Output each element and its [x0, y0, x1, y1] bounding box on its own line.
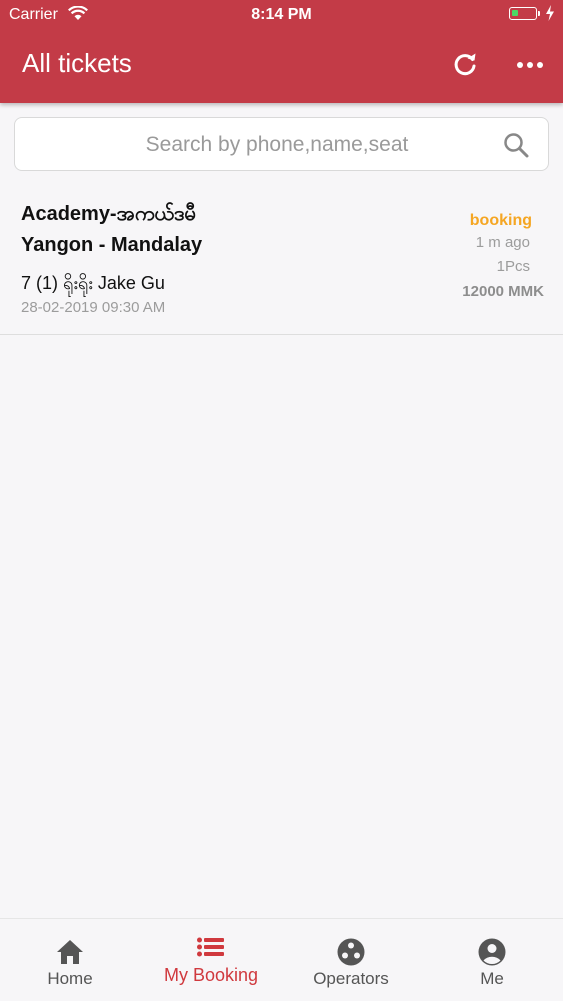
- home-icon: [57, 940, 83, 964]
- ticket-seat-info: 7 (1) ရိုးရိုး Jake Gu: [21, 273, 165, 293]
- ticket-quantity: 1Pcs: [496, 258, 530, 275]
- tab-operators-label: Operators: [313, 969, 389, 988]
- ticket-status-badge: booking: [469, 212, 532, 229]
- list-icon: [197, 937, 224, 957]
- tab-bar: Home My Booking Operators Me: [0, 918, 563, 1000]
- refresh-icon[interactable]: [452, 51, 478, 77]
- ticket-operator: Academy-အကယ်ဒမီ: [21, 203, 196, 225]
- ticket-departure: 28-02-2019 09:30 AM: [21, 299, 166, 316]
- clock: 8:14 PM: [251, 6, 312, 23]
- tab-my-booking-label: My Booking: [163, 965, 259, 985]
- tab-me-label: Me: [480, 969, 504, 988]
- battery-icon: [509, 7, 537, 20]
- tab-home[interactable]: Home: [0, 919, 140, 1001]
- more-icon[interactable]: [515, 55, 545, 75]
- ticket-price: 12000 MMK: [462, 283, 544, 300]
- operators-icon: [337, 938, 365, 966]
- search-icon[interactable]: [502, 131, 530, 159]
- user-icon: [478, 938, 506, 966]
- tab-me[interactable]: Me: [422, 919, 562, 1001]
- ticket-time-ago: 1 m ago: [475, 234, 530, 251]
- tab-operators[interactable]: Operators: [281, 919, 421, 1001]
- search-input[interactable]: [55, 118, 499, 172]
- ticket-route: Yangon - Mandalay: [21, 234, 203, 256]
- charging-icon: [546, 5, 554, 21]
- page-title: All tickets: [22, 48, 132, 78]
- app-header: Carrier 8:14 PM All tickets: [0, 0, 563, 103]
- tab-my-booking[interactable]: My Booking: [141, 919, 281, 1001]
- battery-level: [512, 10, 518, 16]
- status-bar: Carrier 8:14 PM: [0, 0, 563, 30]
- search-bar: [14, 117, 549, 172]
- ticket-list-item[interactable]: Academy-အကယ်ဒမီ Yangon - Mandalay 7 (1) …: [0, 186, 563, 335]
- battery-tip: [538, 11, 540, 16]
- tab-home-label: Home: [47, 969, 93, 988]
